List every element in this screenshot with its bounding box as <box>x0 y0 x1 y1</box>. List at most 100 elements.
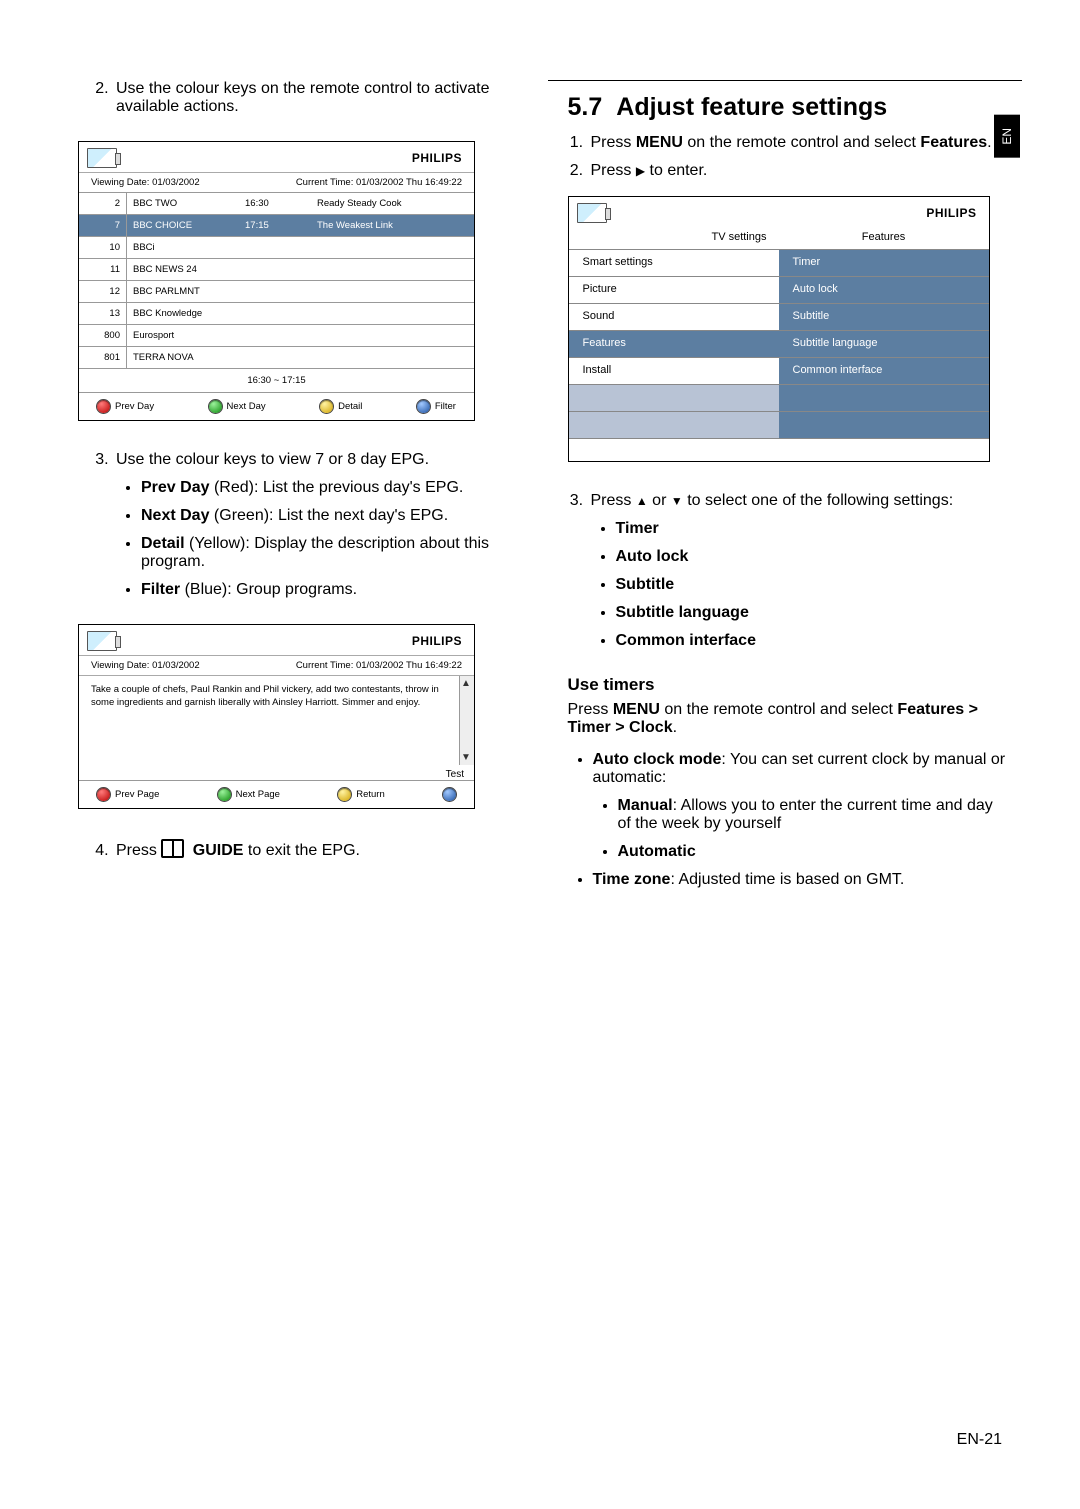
brand-label: PHILIPS <box>412 151 462 165</box>
program-title: Ready Steady Cook <box>311 193 474 214</box>
menu-item[interactable]: Auto lock <box>779 276 989 303</box>
green-dot-icon <box>209 400 222 413</box>
blank-button[interactable] <box>443 788 456 801</box>
section-number: 5.7 <box>568 93 603 122</box>
menu-right-col: Timer Auto lock Subtitle Subtitle langua… <box>779 249 989 438</box>
brand-label: PHILIPS <box>926 206 976 220</box>
left-steps-4: Press GUIDE to exit the EPG. <box>93 839 534 860</box>
prev-day-button[interactable]: Prev Day <box>97 400 154 413</box>
channel-name: BBC Knowledge <box>127 303 239 324</box>
list-item: Manual: Allows you to enter the current … <box>618 797 1009 833</box>
filter-button[interactable]: Filter <box>417 400 456 413</box>
menu-item[interactable]: Subtitle language <box>779 330 989 357</box>
channel-number: 11 <box>79 259 127 280</box>
menu-item-selected[interactable]: Features <box>569 330 779 357</box>
up-arrow-icon: ▲ <box>636 494 648 508</box>
left-steps-cont: Use the colour keys to view 7 or 8 day E… <box>93 451 534 599</box>
section-heading: 5.7 Adjust feature settings <box>568 93 1009 122</box>
button-label: Next Page <box>236 789 280 800</box>
table-row[interactable]: 7 BBC CHOICE 17:15 The Weakest Link <box>79 214 474 236</box>
menu-empty <box>569 411 779 438</box>
list-item: Auto lock <box>616 548 1009 566</box>
table-row[interactable]: 10 BBCi <box>79 236 474 258</box>
use-timers-text: Press MENU on the remote control and sel… <box>568 701 1009 737</box>
program-title <box>311 259 474 280</box>
right-arrow-icon: ▶ <box>636 164 645 178</box>
tv-icon <box>577 203 607 223</box>
step-2: Use the colour keys on the remote contro… <box>113 80 534 116</box>
program-title <box>311 325 474 346</box>
list-item: Automatic <box>618 843 1009 861</box>
menu-item[interactable]: Install <box>569 357 779 384</box>
use-timers-heading: Use timers <box>568 675 1009 695</box>
program-time <box>239 237 311 258</box>
program-time <box>239 347 311 368</box>
program-title <box>311 303 474 324</box>
clock-list: Auto clock mode: You can set current clo… <box>568 751 1009 889</box>
blue-dot-icon <box>443 788 456 801</box>
prev-page-button[interactable]: Prev Page <box>97 788 159 801</box>
list-item: Auto clock mode: You can set current clo… <box>593 751 1009 861</box>
step-text: Use the colour keys to view 7 or 8 day E… <box>116 451 429 468</box>
table-row[interactable]: 13 BBC Knowledge <box>79 302 474 324</box>
color-key-list: Prev Day (Red): List the previous day's … <box>116 479 534 599</box>
table-row[interactable]: 800 Eurosport <box>79 324 474 346</box>
channel-number: 2 <box>79 193 127 214</box>
return-button[interactable]: Return <box>338 788 385 801</box>
program-title <box>311 281 474 302</box>
table-row[interactable]: 12 BBC PARLMNT <box>79 280 474 302</box>
channel-name: BBC TWO <box>127 193 239 214</box>
list-item: Subtitle <box>616 576 1009 594</box>
list-item: Time zone: Adjusted time is based on GMT… <box>593 871 1009 889</box>
menu-item[interactable]: Picture <box>569 276 779 303</box>
section-title: Adjust feature settings <box>616 93 887 122</box>
program-time <box>239 281 311 302</box>
brand-label: PHILIPS <box>412 634 462 648</box>
button-label: Return <box>356 789 385 800</box>
table-row[interactable]: 801 TERRA NOVA <box>79 346 474 368</box>
list-item: Prev Day (Red): List the previous day's … <box>141 479 534 497</box>
step-4: Press GUIDE to exit the EPG. <box>113 839 534 860</box>
menu-item[interactable]: Subtitle <box>779 303 989 330</box>
list-item: Common interface <box>616 632 1009 650</box>
manual-page: Use the colour keys on the remote contro… <box>0 0 1080 1509</box>
next-page-button[interactable]: Next Page <box>218 788 280 801</box>
program-time <box>239 325 311 346</box>
next-day-button[interactable]: Next Day <box>209 400 266 413</box>
language-tab: EN <box>994 115 1020 158</box>
menu-body: Smart settings Picture Sound Features In… <box>569 249 989 438</box>
menu-empty <box>779 411 989 438</box>
channel-number: 7 <box>79 215 127 236</box>
channel-list: 2 BBC TWO 16:30 Ready Steady Cook 7 BBC … <box>79 192 474 368</box>
detail-test-label: Test <box>79 765 474 780</box>
channel-name: BBCi <box>127 237 239 258</box>
menu-item[interactable]: Sound <box>569 303 779 330</box>
list-item: Filter (Blue): Group programs. <box>141 581 534 599</box>
blue-dot-icon <box>417 400 430 413</box>
tv-icon <box>87 148 117 168</box>
channel-name: BBC CHOICE <box>127 215 239 236</box>
menu-item[interactable]: Smart settings <box>569 249 779 276</box>
program-title <box>311 347 474 368</box>
menu-bottom-bar <box>569 438 989 461</box>
detail-button[interactable]: Detail <box>320 400 362 413</box>
red-dot-icon <box>97 788 110 801</box>
list-item: Next Day (Green): List the next day's EP… <box>141 507 534 525</box>
left-column: Use the colour keys on the remote contro… <box>58 80 548 1469</box>
viewing-date: Viewing Date: 01/03/2002 <box>91 177 200 188</box>
program-time <box>239 259 311 280</box>
menu-empty <box>569 384 779 411</box>
menu-item[interactable]: Common interface <box>779 357 989 384</box>
table-row[interactable]: 11 BBC NEWS 24 <box>79 258 474 280</box>
scrollbar[interactable] <box>459 676 474 765</box>
program-time <box>239 303 311 324</box>
menu-item[interactable]: Timer <box>779 249 989 276</box>
viewing-date: Viewing Date: 01/03/2002 <box>91 660 200 671</box>
channel-number: 800 <box>79 325 127 346</box>
color-buttons: Prev Page Next Page Return <box>79 780 474 808</box>
epg-guide-box: PHILIPS Viewing Date: 01/03/2002 Current… <box>78 141 475 421</box>
table-row[interactable]: 2 BBC TWO 16:30 Ready Steady Cook <box>79 192 474 214</box>
button-label: Detail <box>338 401 362 412</box>
channel-number: 10 <box>79 237 127 258</box>
right-steps-3: Press ▲ or ▼ to select one of the follow… <box>568 492 1009 650</box>
